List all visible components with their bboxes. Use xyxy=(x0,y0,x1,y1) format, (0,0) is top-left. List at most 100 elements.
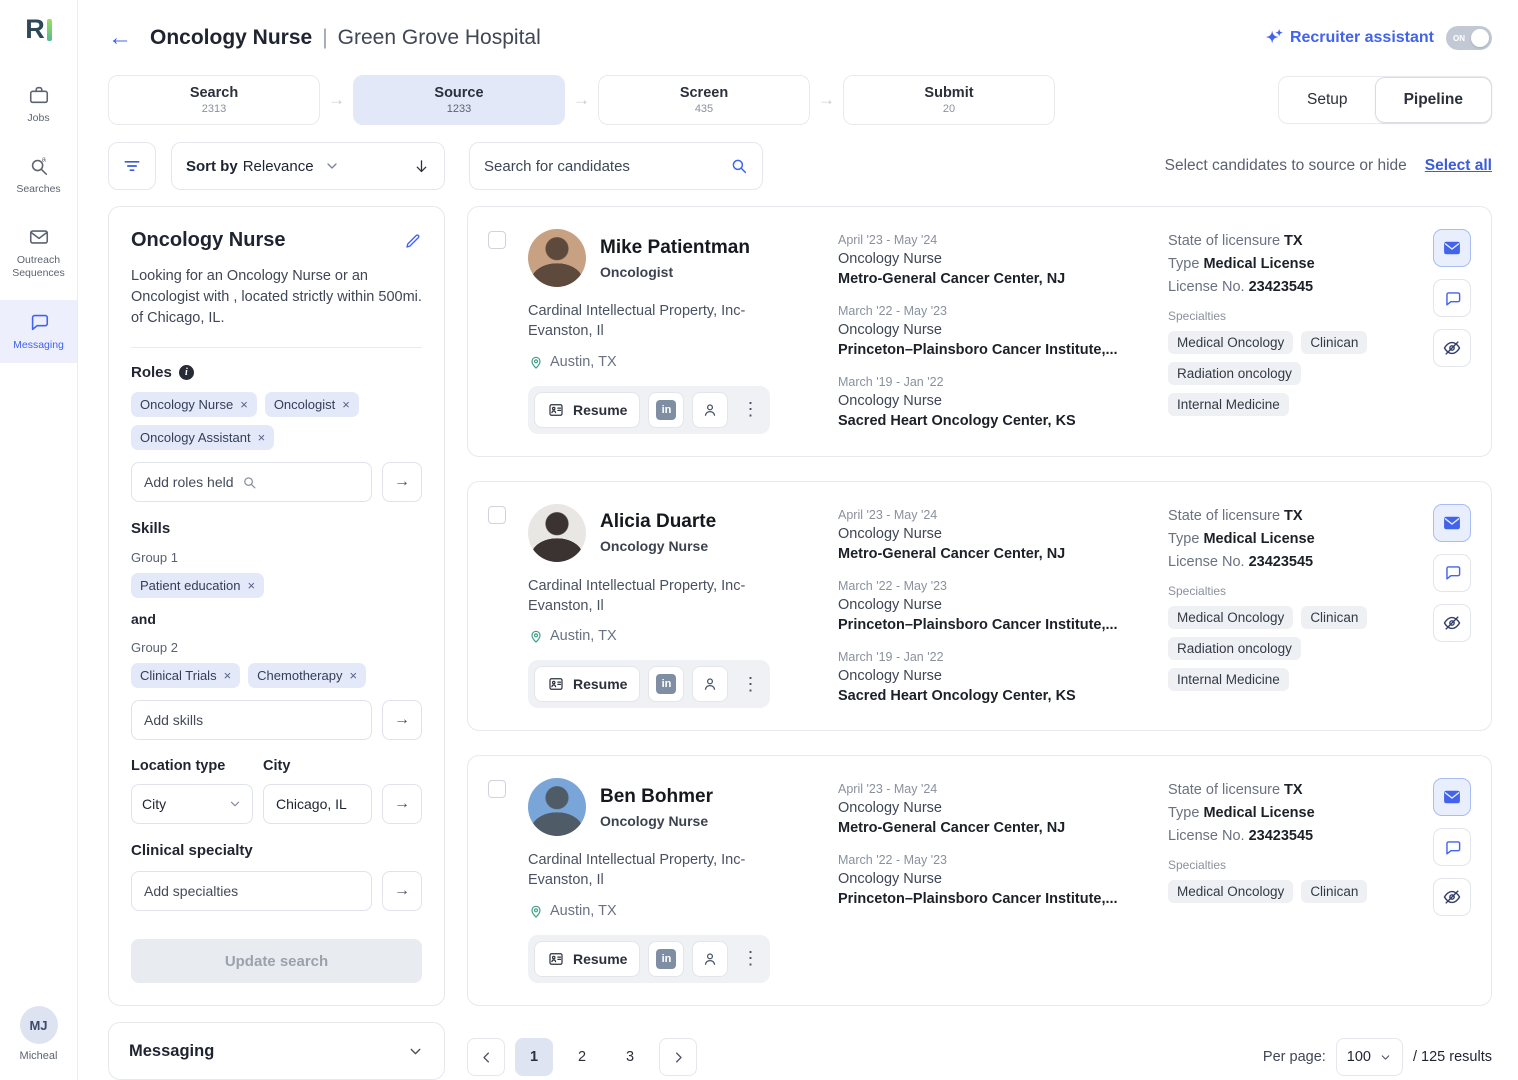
group1-label: Group 1 xyxy=(131,550,178,566)
candidate-checkbox[interactable] xyxy=(488,231,506,249)
experience-item: March '22 - May '23 Oncology Nurse Princ… xyxy=(838,579,1154,633)
page-button-2[interactable]: 2 xyxy=(563,1038,601,1076)
linkedin-button[interactable]: in xyxy=(648,391,685,428)
linkedin-button[interactable]: in xyxy=(648,666,685,703)
experience-role: Oncology Nurse xyxy=(838,322,942,338)
candidate-card: Ben Bohmer Oncology Nurse Cardinal Intel… xyxy=(467,755,1492,1006)
stage-source[interactable]: Source 1233 xyxy=(353,75,565,125)
contact-profile-button[interactable] xyxy=(692,666,729,703)
location-type-select[interactable]: City xyxy=(131,784,253,825)
hide-button[interactable] xyxy=(1433,603,1471,642)
resume-button[interactable]: Resume xyxy=(534,666,641,703)
add-specialties-input[interactable] xyxy=(144,883,359,900)
chevron-down-icon xyxy=(324,158,340,174)
contact-profile-button[interactable] xyxy=(692,391,729,428)
remove-chip-icon[interactable]: × xyxy=(342,397,350,412)
message-button[interactable] xyxy=(1433,553,1471,592)
candidate-list: Mike Patientman Oncologist Cardinal Inte… xyxy=(467,206,1492,1022)
submit-roles-button[interactable]: → xyxy=(382,462,422,503)
skill-chip[interactable]: Clinical Trials × xyxy=(131,663,241,689)
more-options-button[interactable]: ⋮ xyxy=(736,666,764,702)
license-state-label: State of licensure xyxy=(1168,507,1281,524)
assistant-toggle[interactable]: ON xyxy=(1446,26,1492,50)
sort-select[interactable]: Sort by Relevance xyxy=(171,142,445,190)
message-button[interactable] xyxy=(1433,279,1471,317)
back-button[interactable]: ← xyxy=(108,26,132,50)
messaging-section[interactable]: Messaging xyxy=(108,1022,445,1080)
remove-chip-icon[interactable]: × xyxy=(247,578,255,593)
select-hint: Select candidates to source or hide xyxy=(1164,157,1407,174)
remove-chip-icon[interactable]: × xyxy=(224,668,232,683)
app-logo[interactable]: R xyxy=(25,16,52,43)
sort-by-label: Sort by xyxy=(186,157,238,175)
candidate-job-title: Oncology Nurse xyxy=(600,812,709,829)
license-no-value: 23423545 xyxy=(1248,553,1314,570)
more-options-button[interactable]: ⋮ xyxy=(736,392,764,428)
city-input[interactable] xyxy=(263,784,372,825)
sort-direction-button[interactable] xyxy=(413,158,430,175)
candidate-actions-bar: Resume in ⋮ xyxy=(528,660,771,709)
sidebar-item-searches[interactable]: a Searches xyxy=(0,144,77,207)
skill-chip[interactable]: Patient education × xyxy=(131,573,265,599)
toggle-knob xyxy=(1471,29,1489,47)
email-button[interactable] xyxy=(1433,503,1471,542)
linkedin-icon: in xyxy=(656,948,677,969)
hide-button[interactable] xyxy=(1433,878,1471,917)
candidate-name: Mike Patientman xyxy=(600,236,750,258)
location-type-label: Location type xyxy=(131,758,226,775)
resume-badge-icon xyxy=(549,678,563,691)
select-all-link[interactable]: Select all xyxy=(1425,157,1492,175)
submit-specialties-button[interactable]: → xyxy=(382,871,422,912)
add-skills-input[interactable] xyxy=(144,712,359,729)
resume-button[interactable]: Resume xyxy=(534,391,641,428)
location-pin-icon xyxy=(531,630,541,643)
update-search-button[interactable]: Update search xyxy=(131,939,422,983)
contact-profile-button[interactable] xyxy=(692,940,729,977)
experience-org: Sacred Heart Oncology Center, KS xyxy=(838,413,1076,429)
candidate-search-input[interactable] xyxy=(484,157,722,175)
hide-button[interactable] xyxy=(1433,329,1471,367)
sidebar-item-jobs[interactable]: Jobs xyxy=(0,73,77,136)
filter-button[interactable] xyxy=(108,142,156,190)
candidate-checkbox[interactable] xyxy=(488,505,506,524)
linkedin-button[interactable]: in xyxy=(648,940,685,977)
prev-page-button[interactable] xyxy=(467,1038,505,1076)
specialty-chip: Radiation oncology xyxy=(1168,636,1301,660)
next-page-button[interactable] xyxy=(659,1038,697,1076)
stage-screen[interactable]: Screen 435 xyxy=(598,75,810,125)
submit-city-button[interactable]: → xyxy=(382,784,422,825)
page-button-1[interactable]: 1 xyxy=(515,1038,553,1076)
sidebar-item-messaging[interactable]: Messaging xyxy=(0,299,77,363)
recruiter-assistant-button[interactable]: ✦✦ Recruiter assistant xyxy=(1266,28,1434,47)
role-chip[interactable]: Oncology Assistant × xyxy=(131,425,275,451)
experience-org: Princeton–Plainsboro Cancer Institute,..… xyxy=(838,342,1118,358)
resume-button[interactable]: Resume xyxy=(534,940,641,977)
more-options-button[interactable]: ⋮ xyxy=(736,941,764,977)
add-roles-input[interactable]: Add roles held xyxy=(131,462,372,503)
email-button[interactable] xyxy=(1433,778,1471,817)
email-button[interactable] xyxy=(1433,229,1471,267)
skill-chip[interactable]: Chemotherapy × xyxy=(248,663,367,689)
experience-item: March '22 - May '23 Oncology Nurse Princ… xyxy=(838,304,1154,358)
role-chip[interactable]: Oncologist × xyxy=(264,392,359,418)
page-button-3[interactable]: 3 xyxy=(611,1038,649,1076)
sidebar-item-label: Outreach Sequences xyxy=(12,254,65,280)
pipeline-tab[interactable]: Pipeline xyxy=(1374,77,1492,123)
remove-chip-icon[interactable]: × xyxy=(258,430,266,445)
submit-skills-button[interactable]: → xyxy=(382,700,422,741)
role-chip[interactable]: Oncology Nurse × xyxy=(131,392,257,418)
message-button[interactable] xyxy=(1433,828,1471,867)
user-avatar[interactable]: MJ xyxy=(19,1006,58,1044)
license-no-value: 23423545 xyxy=(1248,828,1314,845)
per-page-select[interactable]: 100 xyxy=(1335,1038,1403,1076)
stage-label: Screen xyxy=(679,85,729,101)
info-icon[interactable]: i xyxy=(178,365,194,381)
setup-tab[interactable]: Setup xyxy=(1279,77,1376,123)
candidate-checkbox[interactable] xyxy=(488,780,506,799)
stage-submit[interactable]: Submit 20 xyxy=(843,75,1055,125)
remove-chip-icon[interactable]: × xyxy=(240,397,248,412)
edit-pencil-icon[interactable] xyxy=(404,232,422,250)
remove-chip-icon[interactable]: × xyxy=(349,668,357,683)
stage-search[interactable]: Search 2313 xyxy=(108,75,320,125)
sidebar-item-outreach-sequences[interactable]: Outreach Sequences xyxy=(0,215,77,291)
